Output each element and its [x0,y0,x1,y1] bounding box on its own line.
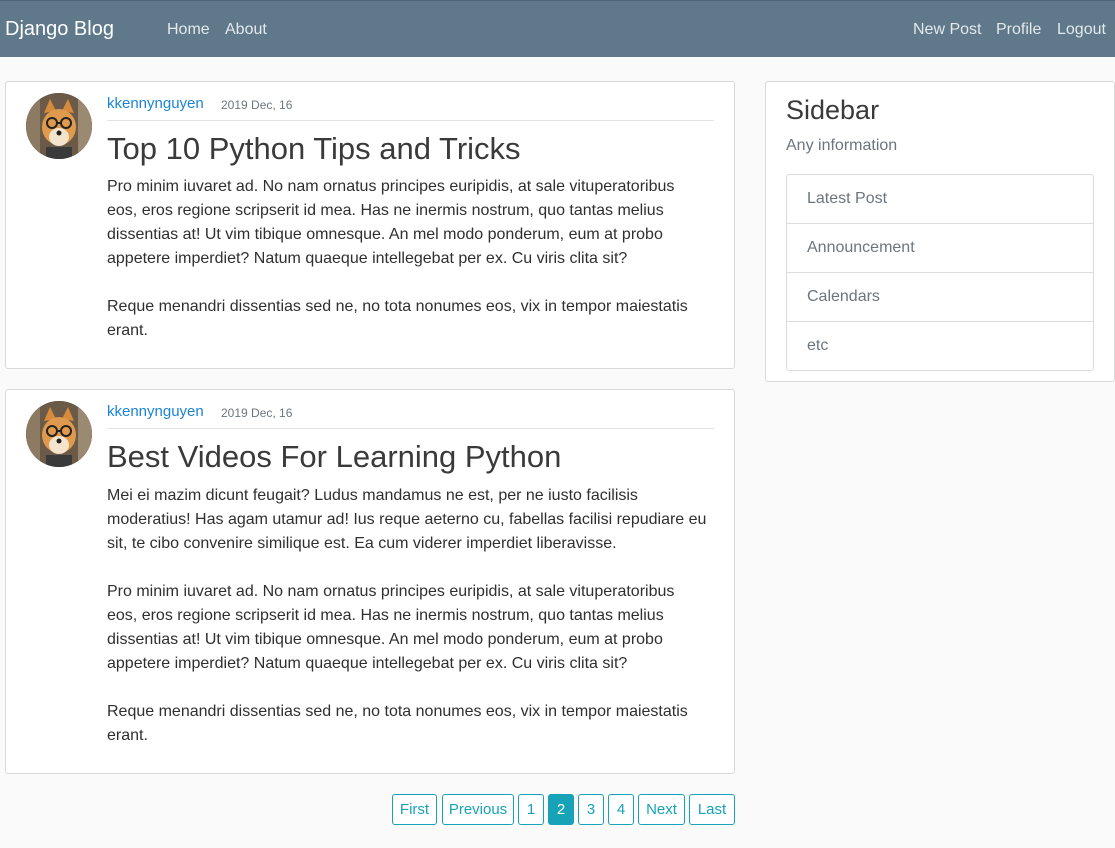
post-date: 2019 Dec, 16 [221,406,293,420]
post-paragraph: Pro minim iuvaret ad. No nam ornatus pri… [107,178,675,267]
nav-profile-link[interactable]: Profile [996,21,1041,39]
sidebar-item-label: etc [807,337,829,354]
post-paragraph: Pro minim iuvaret ad. No nam ornatus pri… [107,583,675,672]
pagination-page-1[interactable]: 1 [518,794,544,825]
post-date: 2019 Dec, 16 [221,98,293,112]
nav-home-link[interactable]: Home [167,21,210,39]
sidebar-item-label: Latest Post [807,190,888,207]
author-avatar [26,93,92,159]
sidebar-subtitle: Any information [786,137,898,154]
sidebar-item-calendars[interactable]: Calendars [787,273,1093,322]
pagination-page-3[interactable]: 3 [578,794,604,825]
post-title-link[interactable]: Top 10 Python Tips and Tricks [107,131,521,167]
nav-about-link[interactable]: About [225,21,267,39]
nav-new-post-link[interactable]: New Post [913,21,981,39]
brand-link[interactable]: Django Blog [5,18,114,41]
pagination-page-4[interactable]: 4 [608,794,634,825]
shiba-avatar-icon [26,93,92,159]
post-paragraph: Mei ei mazim dicunt feugait? Ludus manda… [107,487,707,552]
sidebar-list: Latest Post Announcement Calendars etc [786,174,1094,371]
pagination-next-button[interactable]: Next [638,794,685,825]
post-card: kkennynguyen 2019 Dec, 16 Best Videos Fo… [5,389,735,774]
sidebar-item-label: Announcement [807,239,915,256]
sidebar-item-etc[interactable]: etc [787,322,1093,371]
sidebar-card: Sidebar Any information Latest Post Anno… [765,81,1115,382]
post-paragraph: Reque menandri dissentias sed ne, no tot… [107,703,688,744]
sidebar-item-label: Calendars [807,288,880,305]
post-meta: kkennynguyen 2019 Dec, 16 [107,403,714,429]
post-author-link[interactable]: kkennynguyen [107,403,204,420]
post-title-link[interactable]: Best Videos For Learning Python [107,439,561,475]
sidebar-title: Sidebar [786,95,880,125]
sidebar-item-announcement[interactable]: Announcement [787,224,1093,273]
post-card: kkennynguyen 2019 Dec, 16 Top 10 Python … [5,81,735,369]
pagination-first-button[interactable]: First [392,794,437,825]
pagination-page-2-current[interactable]: 2 [548,794,574,825]
nav-logout-link[interactable]: Logout [1057,21,1106,39]
navbar: Django Blog Home About New Post Profile … [0,0,1115,57]
pagination-previous-button[interactable]: Previous [442,794,514,825]
pagination-last-button[interactable]: Last [689,794,735,825]
post-paragraph: Reque menandri dissentias sed ne, no tot… [107,298,688,339]
shiba-avatar-icon [26,401,92,467]
post-meta: kkennynguyen 2019 Dec, 16 [107,95,714,121]
author-avatar [26,401,92,467]
post-author-link[interactable]: kkennynguyen [107,95,204,112]
sidebar-item-latest-post[interactable]: Latest Post [787,175,1093,224]
